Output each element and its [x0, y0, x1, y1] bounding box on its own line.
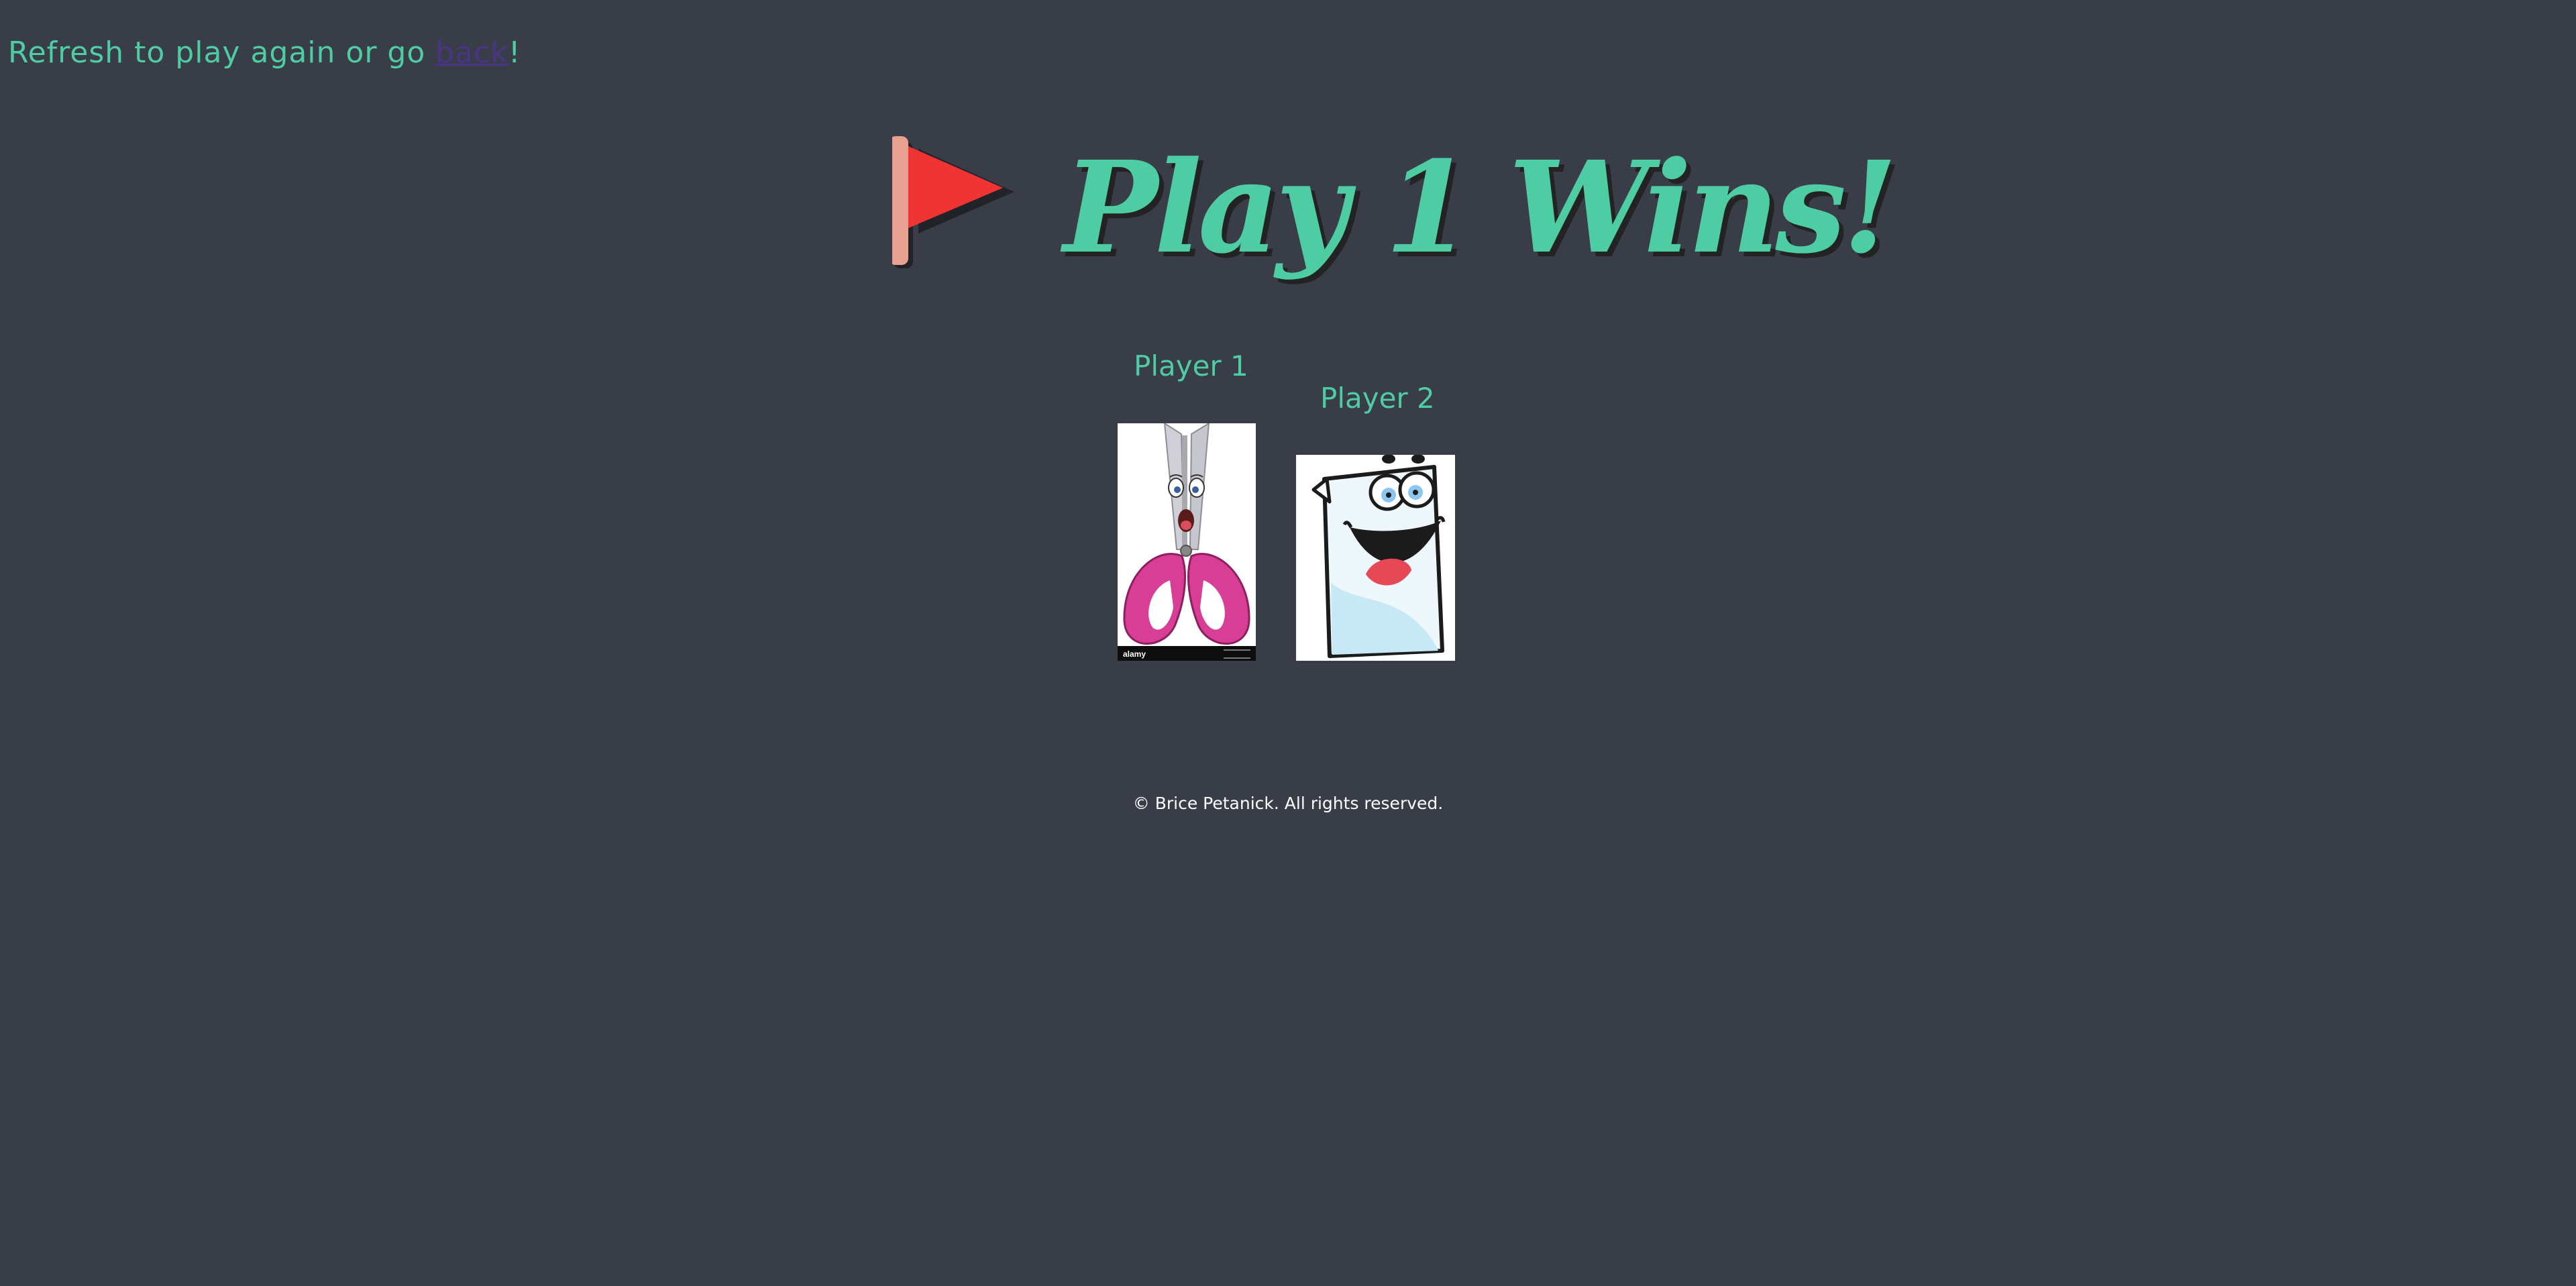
- winner-headline: Play 1 Wins!: [1063, 133, 1898, 282]
- refresh-message-prefix: Refresh to play again or go: [8, 36, 436, 70]
- player-2-label: Player 2: [1320, 382, 1435, 415]
- winner-banner: Play 1 Wins!: [889, 133, 1898, 282]
- back-link[interactable]: back: [435, 36, 508, 70]
- watermark-reference: [1224, 649, 1250, 659]
- scissors-cartoon-icon: [1118, 423, 1256, 661]
- player-2-choice-image: [1296, 455, 1455, 661]
- player-1-label: Player 1: [1134, 350, 1248, 382]
- watermark-strip: alamy: [1118, 646, 1256, 661]
- paper-cartoon-icon: [1296, 455, 1455, 661]
- flag-icon: [889, 134, 1026, 282]
- player-1-choice-image: alamy: [1118, 423, 1256, 661]
- refresh-message-suffix: !: [508, 36, 521, 70]
- refresh-message: Refresh to play again or go back!: [8, 30, 521, 76]
- copyright-footer: © Brice Petanick. All rights reserved.: [1132, 794, 1444, 813]
- watermark-logo: alamy: [1123, 649, 1146, 659]
